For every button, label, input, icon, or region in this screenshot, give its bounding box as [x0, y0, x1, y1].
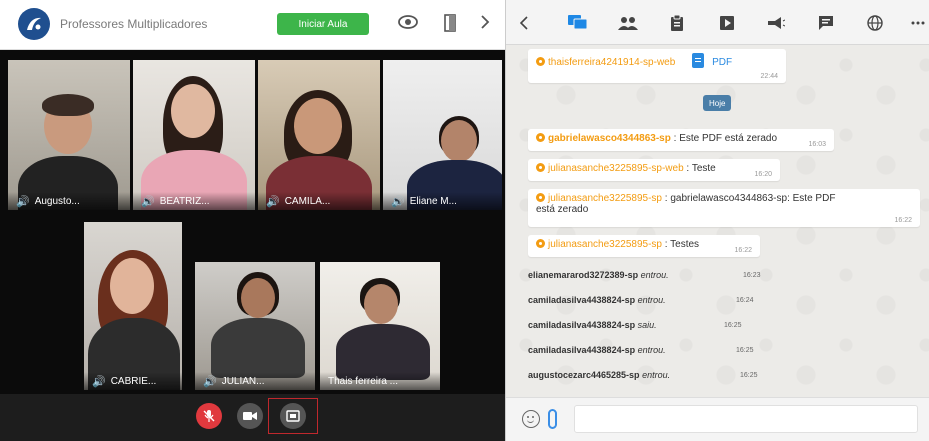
chat-messages: thaisferreira4241914-sp-web PDF 22:44 Ho…	[506, 45, 929, 397]
speaker-icon: 🔊	[391, 195, 405, 208]
participant-nameplate: 🔊 Eliane M...	[383, 192, 502, 210]
chat-message: julianasanche3225895-sp : Testes 16:22	[528, 235, 760, 257]
more-options-icon[interactable]	[908, 13, 928, 33]
paperclip-icon[interactable]	[548, 409, 557, 429]
mic-off-icon	[203, 410, 215, 422]
message-user: julianasanche3225895-sp	[548, 193, 662, 204]
event-time: 16:23	[743, 272, 761, 279]
participant-name: Thais ferreira ...	[328, 375, 399, 387]
date-separator: Hoje	[703, 95, 732, 111]
message-user: thaisferreira4241914-sp-web	[548, 57, 676, 68]
message-time: 16:20	[754, 171, 772, 178]
message-text: gabrielawasco4344863-sp: Este PDF	[670, 193, 836, 204]
app-root: Professores Multiplicadores Iniciar Aula…	[0, 0, 929, 441]
event-time: 16:25	[724, 322, 742, 329]
participant-name: BEATRIZ...	[159, 195, 210, 207]
participant-nameplate: 🔊 JULIAN...	[195, 372, 315, 390]
video-tile[interactable]: Thais ferreira ...	[320, 262, 440, 390]
chat-message: thaisferreira4241914-sp-web PDF 22:44	[528, 49, 786, 83]
speaker-icon: 🔊	[16, 195, 30, 208]
comment-icon[interactable]	[816, 13, 836, 33]
message-user: julianasanche3225895-sp-web	[548, 163, 684, 174]
speaker-icon: 🔊	[203, 375, 217, 388]
chevron-left-icon[interactable]	[514, 13, 534, 33]
microphone-muted-button[interactable]	[196, 403, 222, 429]
user-status-icon	[536, 239, 545, 248]
video-camera-icon	[243, 412, 257, 420]
participant-name: CABRIE...	[110, 375, 157, 387]
app-logo-icon	[18, 8, 50, 40]
event-time: 16:24	[736, 297, 754, 304]
chat-toolbar	[506, 0, 929, 45]
clipboard-icon[interactable]	[667, 13, 687, 33]
event-time: 16:25	[736, 347, 754, 354]
participant-nameplate: Thais ferreira ...	[320, 372, 440, 390]
speaker-icon: 🔊	[266, 195, 280, 208]
door-icon[interactable]	[443, 14, 457, 37]
user-status-icon	[536, 133, 545, 142]
message-user: julianasanche3225895-sp	[548, 239, 662, 250]
event-time: 16:25	[740, 372, 758, 379]
start-class-button[interactable]: Iniciar Aula	[277, 13, 369, 35]
screen-share-icon	[286, 410, 300, 422]
participant-nameplate: 🔊 CABRIE...	[84, 372, 182, 390]
message-time: 16:22	[894, 217, 912, 224]
conference-topbar: Professores Multiplicadores Iniciar Aula	[0, 0, 505, 50]
video-tile[interactable]: 🔊 CABRIE...	[84, 222, 182, 390]
chat-message: gabrielawasco4344863-sp : Este PDF está …	[528, 129, 834, 151]
speaker-icon: 🔊	[92, 375, 106, 388]
chat-icon[interactable]	[568, 13, 588, 33]
pdf-file-icon[interactable]	[692, 53, 705, 68]
system-event: augustocezarc4465285-sp entrou.	[528, 370, 671, 380]
chat-panel: thaisferreira4241914-sp-web PDF 22:44 Ho…	[505, 0, 929, 441]
message-time: 16:03	[808, 141, 826, 148]
participants-icon[interactable]	[618, 13, 638, 33]
participant-name: Augusto...	[34, 195, 80, 207]
video-tile[interactable]: 🔊 Augusto...	[8, 60, 130, 210]
message-input[interactable]	[574, 405, 918, 433]
participant-nameplate: 🔊 BEATRIZ...	[133, 192, 255, 210]
conference-title: Professores Multiplicadores	[60, 17, 208, 31]
share-screen-button[interactable]	[280, 403, 306, 429]
participant-name: Eliane M...	[409, 195, 457, 207]
camera-button[interactable]	[237, 403, 263, 429]
attachment-label[interactable]: PDF	[712, 57, 732, 68]
user-status-icon	[536, 193, 545, 202]
message-text: Este PDF está zerado	[679, 133, 778, 144]
globe-icon[interactable]	[865, 13, 885, 33]
video-tile[interactable]: 🔊 CAMILA...	[258, 60, 380, 210]
message-text-continued: está zerado	[536, 204, 589, 215]
conference-panel: Professores Multiplicadores Iniciar Aula…	[0, 0, 505, 441]
system-event: camiladasilva4438824-sp entrou.	[528, 345, 666, 355]
eye-icon[interactable]	[398, 14, 418, 34]
video-grid: 🔊 Augusto... 🔊 BEATRIZ... 🔊 CAMILA... 🔊 …	[0, 50, 505, 394]
participant-name: CAMILA...	[284, 195, 331, 207]
chevron-right-icon[interactable]	[480, 14, 490, 35]
chat-composer	[506, 397, 929, 441]
megaphone-icon[interactable]	[766, 13, 786, 33]
message-user: gabrielawasco4344863-sp	[548, 133, 671, 144]
system-event: camiladasilva4438824-sp saiu.	[528, 320, 657, 330]
video-tile[interactable]: 🔊 BEATRIZ...	[133, 60, 255, 210]
speaker-icon: 🔊	[141, 195, 155, 208]
share-screen-highlight	[268, 398, 318, 434]
user-status-icon	[536, 163, 545, 172]
system-event: elianemararod3272389-sp entrou.	[528, 270, 669, 280]
message-text: Teste	[691, 163, 716, 174]
participant-nameplate: 🔊 CAMILA...	[258, 192, 380, 210]
message-time: 16:22	[734, 247, 752, 254]
user-status-icon	[536, 57, 545, 66]
chat-message: julianasanche3225895-sp-web : Teste 16:2…	[528, 159, 780, 181]
system-event: camiladasilva4438824-sp entrou.	[528, 295, 666, 305]
emoji-icon[interactable]	[522, 410, 540, 428]
video-tile[interactable]: 🔊 JULIAN...	[195, 262, 315, 390]
video-tile[interactable]: 🔊 Eliane M...	[383, 60, 502, 210]
media-controls	[0, 394, 505, 441]
message-text: Testes	[670, 239, 700, 250]
chat-message: julianasanche3225895-sp : gabrielawasco4…	[528, 189, 920, 227]
media-player-icon[interactable]	[717, 13, 737, 33]
participant-name: JULIAN...	[221, 375, 265, 387]
message-time: 22:44	[760, 73, 778, 80]
participant-nameplate: 🔊 Augusto...	[8, 192, 130, 210]
